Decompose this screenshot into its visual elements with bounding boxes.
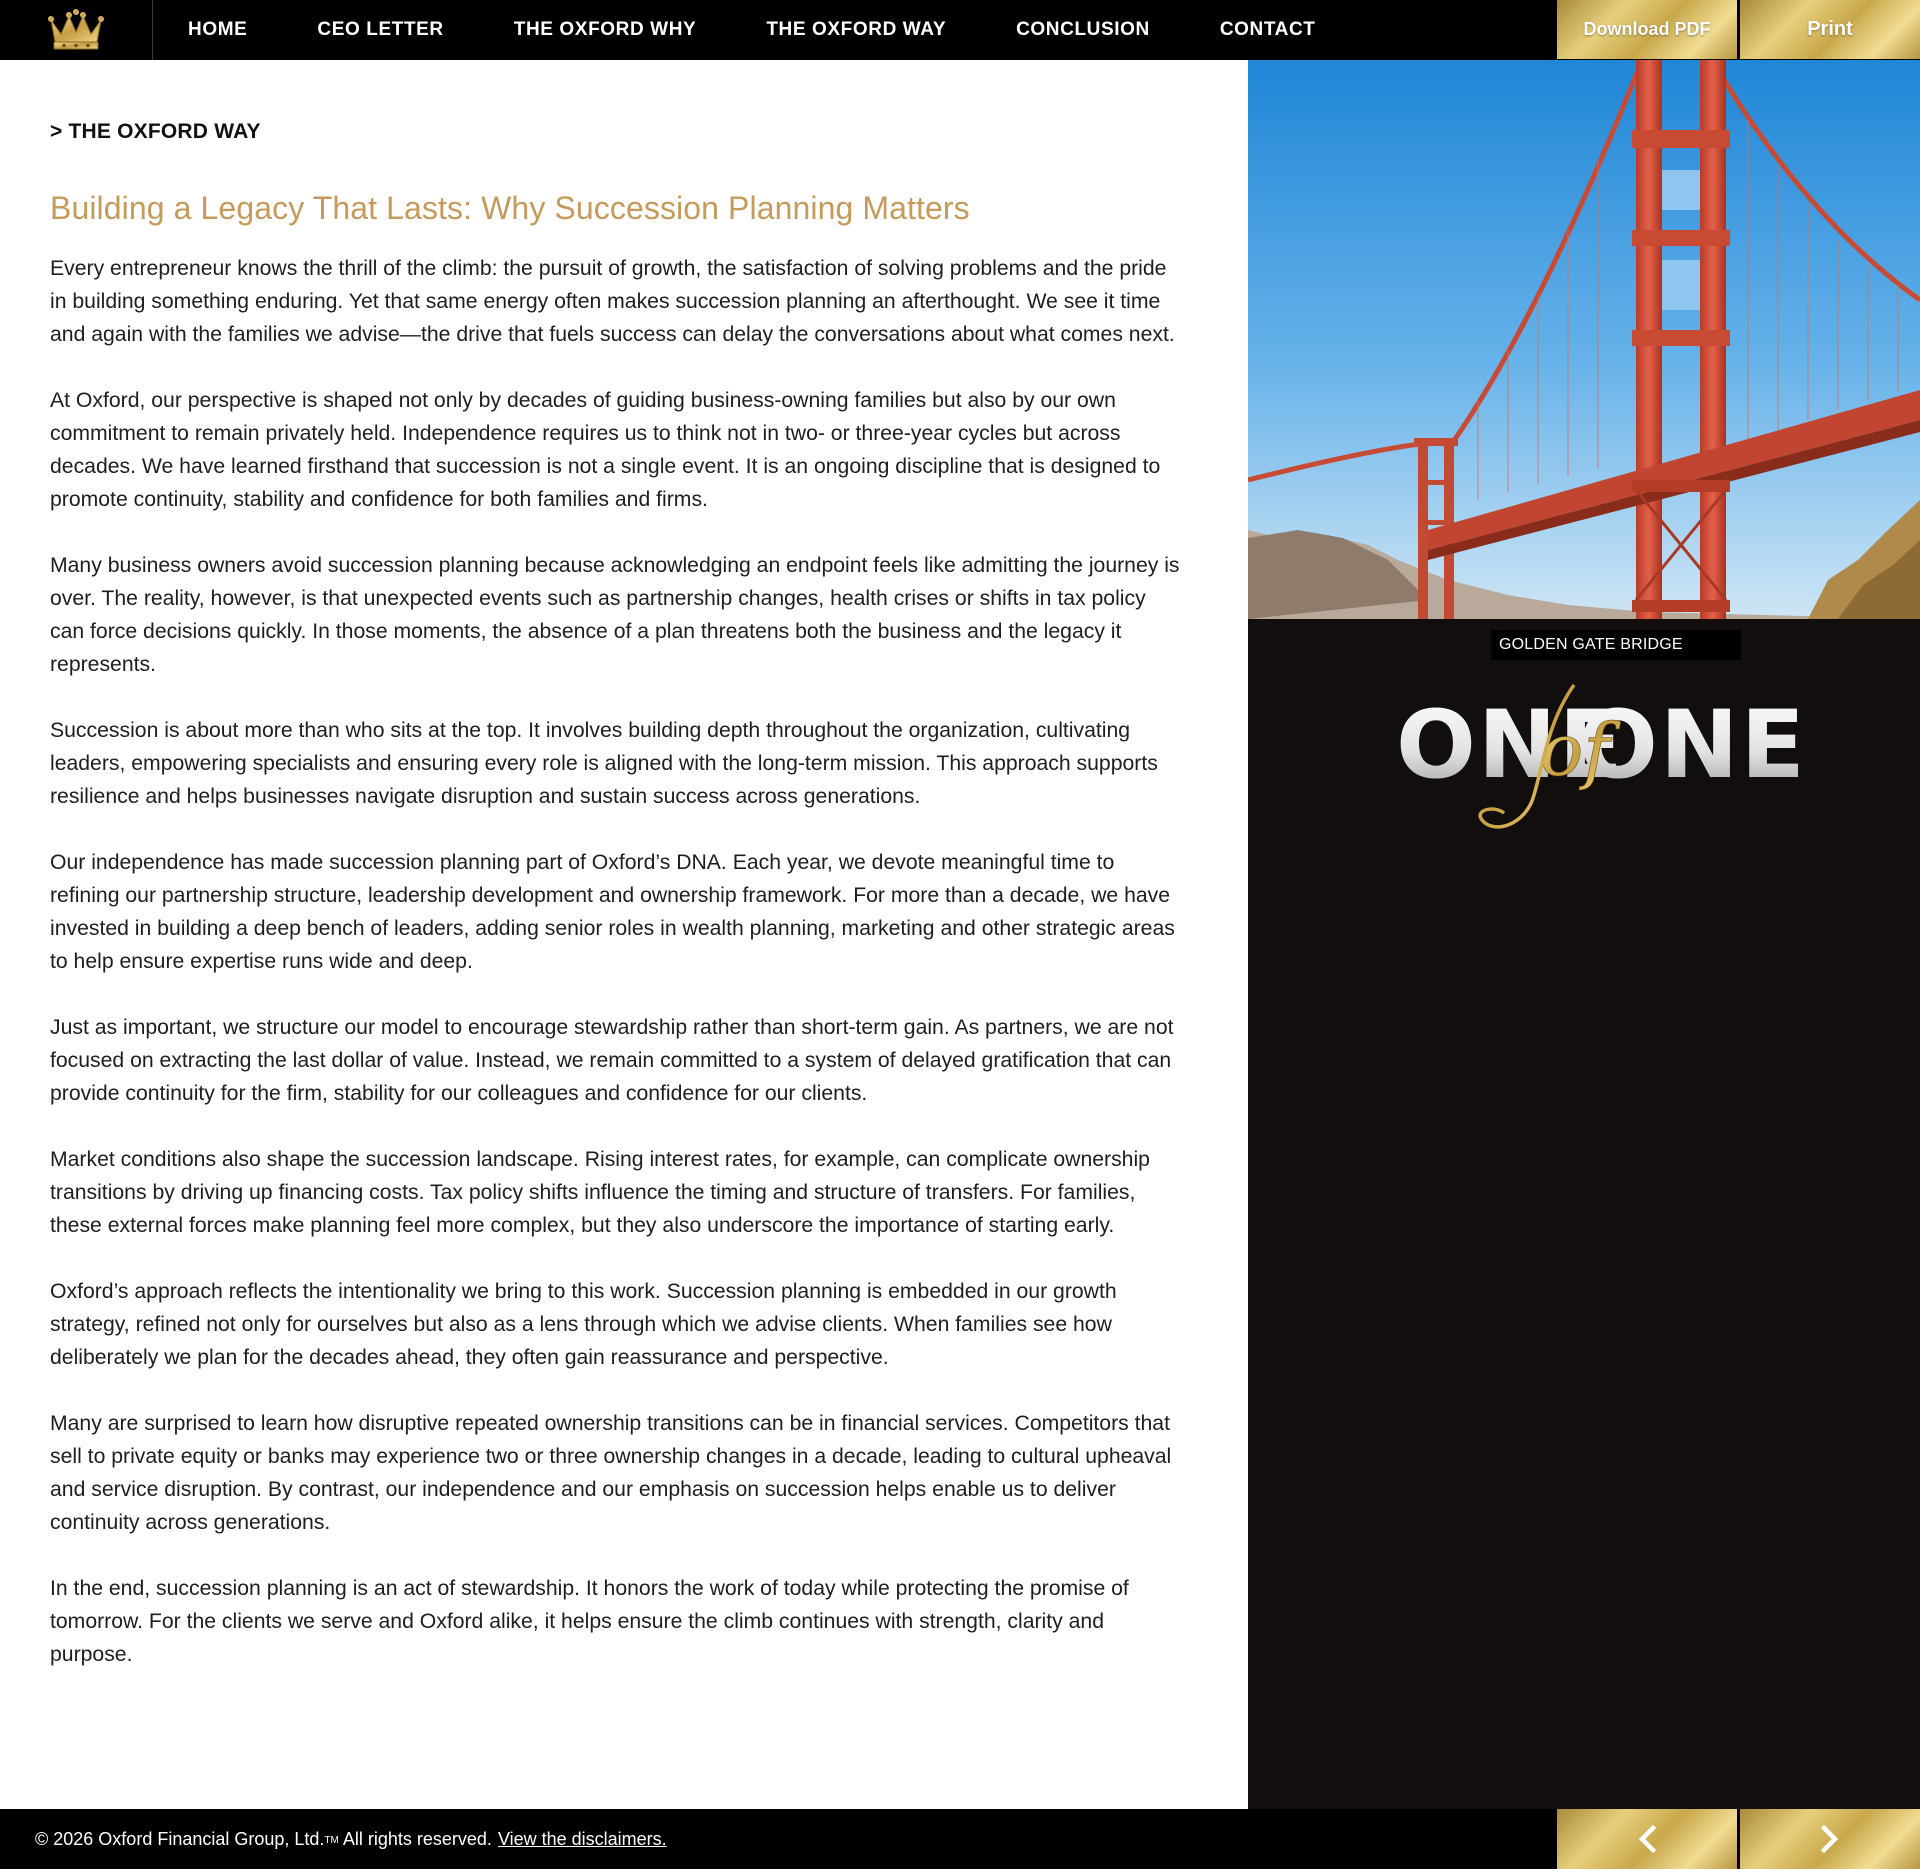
previous-page-button[interactable] (1557, 1809, 1737, 1869)
next-page-button[interactable] (1740, 1809, 1920, 1869)
article-paragraph: Succession is about more than who sits a… (50, 719, 1158, 808)
nav-the-oxford-why[interactable]: THE OXFORD WHY (514, 19, 697, 41)
article-paragraph: At Oxford, our perspective is shaped not… (50, 389, 1161, 511)
page-title: Building a Legacy That Lasts: Why Succes… (50, 190, 970, 226)
home-logo-link[interactable] (0, 0, 153, 60)
copyright-rights: All rights reserved. (338, 1828, 492, 1849)
nav-conclusion[interactable]: CONCLUSION (1016, 19, 1150, 41)
article-paragraph: Oxford’s approach reflects the intention… (50, 1280, 1117, 1369)
page-pager (1554, 1809, 1920, 1869)
photo-caption: GOLDEN GATE BRIDGE (1491, 630, 1741, 660)
main-content: > THE OXFORD WAY Building a Legacy That … (50, 60, 1180, 1704)
nav-ceo-letter[interactable]: CEO LETTER (317, 19, 443, 41)
print-button[interactable]: Print (1740, 0, 1920, 59)
nav-home[interactable]: HOME (188, 19, 247, 41)
nav-actions: Download PDF Print (1554, 0, 1920, 60)
nav-the-oxford-way[interactable]: THE OXFORD WAY (766, 19, 946, 41)
download-pdf-button[interactable]: Download PDF (1557, 0, 1737, 59)
footer: © 2026 Oxford Financial Group, Ltd.TM Al… (0, 1809, 1920, 1869)
trademark-mark: TM (324, 1834, 339, 1846)
article-paragraph: Many are surprised to learn how disrupti… (50, 1412, 1172, 1534)
copyright-owner: © 2026 Oxford Financial Group, Ltd. (35, 1828, 325, 1849)
article-body: Every entrepreneur knows the thrill of t… (50, 252, 1180, 1671)
article-paragraph: Our independence has made succession pla… (50, 851, 1175, 973)
logo-word-right: ONE (1578, 691, 1804, 800)
side-panel: GOLDEN GATE BRIDGE ONE ONE of (1248, 60, 1920, 1809)
copyright-text: © 2026 Oxford Financial Group, Ltd.TM Al… (0, 1829, 667, 1850)
article-paragraph: Market conditions also shape the success… (50, 1148, 1150, 1237)
article-paragraph: Every entrepreneur knows the thrill of t… (50, 257, 1175, 346)
article-paragraph: In the end, succession planning is an ac… (50, 1577, 1129, 1666)
article-paragraph: Many business owners avoid succession pl… (50, 554, 1180, 676)
chevron-right-icon (1820, 1825, 1839, 1853)
nav-contact[interactable]: CONTACT (1220, 19, 1316, 41)
golden-gate-bridge-photo (1248, 60, 1920, 619)
article-paragraph: Just as important, we structure our mode… (50, 1016, 1174, 1105)
breadcrumb: > THE OXFORD WAY (50, 120, 261, 143)
disclaimers-link[interactable]: View the disclaimers. (498, 1829, 667, 1849)
top-nav: HOME CEO LETTER THE OXFORD WHY THE OXFOR… (0, 0, 1920, 60)
main-menu: HOME CEO LETTER THE OXFORD WHY THE OXFOR… (153, 0, 1386, 60)
chevron-left-icon (1638, 1825, 1657, 1853)
one-of-one-logo: ONE ONE of (1396, 683, 1804, 829)
crown-icon (48, 9, 104, 50)
logo-script: of (1540, 708, 1621, 792)
